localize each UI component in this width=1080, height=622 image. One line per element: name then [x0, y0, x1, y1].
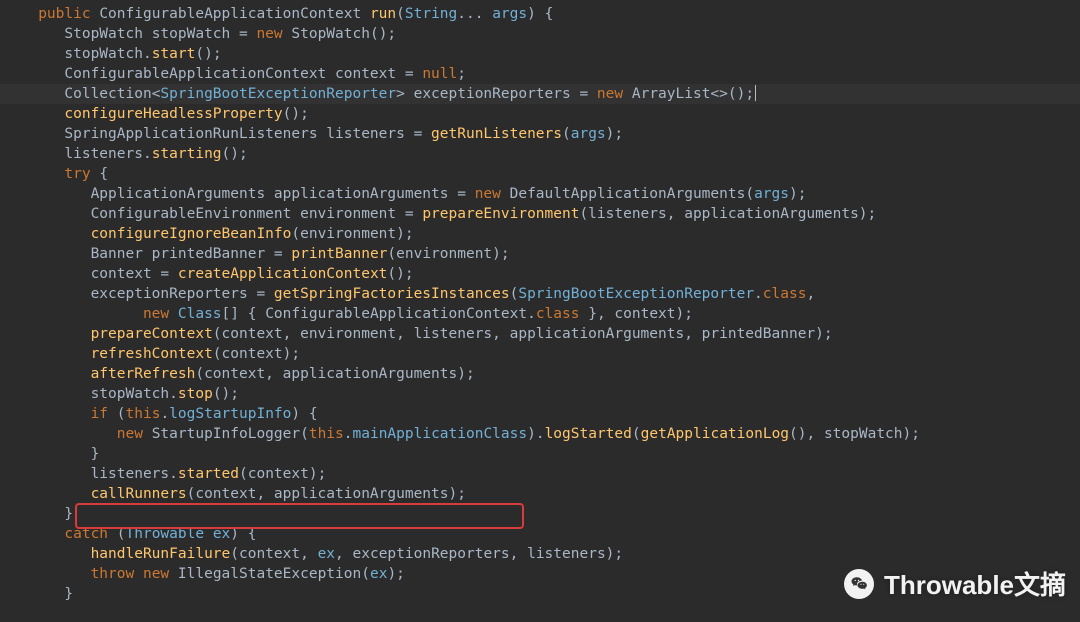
- code-line[interactable]: ConfigurableApplicationContext context =…: [0, 64, 1080, 84]
- code-line[interactable]: }: [0, 504, 1080, 524]
- code-line[interactable]: context = createApplicationContext();: [0, 264, 1080, 284]
- code-line[interactable]: configureHeadlessProperty();: [0, 104, 1080, 124]
- code-line[interactable]: Banner printedBanner = printBanner(envir…: [0, 244, 1080, 264]
- code-line[interactable]: ConfigurableEnvironment environment = pr…: [0, 204, 1080, 224]
- code-line[interactable]: stopWatch.start();: [0, 44, 1080, 64]
- code-line[interactable]: listeners.started(context);: [0, 464, 1080, 484]
- wechat-icon: [844, 569, 874, 599]
- code-line[interactable]: prepareContext(context, environment, lis…: [0, 324, 1080, 344]
- code-line[interactable]: public ConfigurableApplicationContext ru…: [0, 4, 1080, 24]
- code-line[interactable]: afterRefresh(context, applicationArgumen…: [0, 364, 1080, 384]
- code-line[interactable]: if (this.logStartupInfo) {: [0, 404, 1080, 424]
- code-line[interactable]: refreshContext(context);: [0, 344, 1080, 364]
- code-line[interactable]: StopWatch stopWatch = new StopWatch();: [0, 24, 1080, 44]
- code-editor[interactable]: public ConfigurableApplicationContext ru…: [0, 0, 1080, 604]
- code-line[interactable]: new StartupInfoLogger(this.mainApplicati…: [0, 424, 1080, 444]
- code-line[interactable]: handleRunFailure(context, ex, exceptionR…: [0, 544, 1080, 564]
- code-line[interactable]: try {: [0, 164, 1080, 184]
- code-line[interactable]: stopWatch.stop();: [0, 384, 1080, 404]
- code-line[interactable]: }: [0, 444, 1080, 464]
- code-line[interactable]: listeners.starting();: [0, 144, 1080, 164]
- code-line[interactable]: SpringApplicationRunListeners listeners …: [0, 124, 1080, 144]
- code-line[interactable]: Collection<SpringBootExceptionReporter> …: [0, 84, 1080, 104]
- watermark: Throwable文摘: [844, 565, 1066, 602]
- code-line[interactable]: catch (Throwable ex) {: [0, 524, 1080, 544]
- code-line[interactable]: callRunners(context, applicationArgument…: [0, 484, 1080, 504]
- code-line[interactable]: ApplicationArguments applicationArgument…: [0, 184, 1080, 204]
- code-line[interactable]: new Class[] { ConfigurableApplicationCon…: [0, 304, 1080, 324]
- text-cursor: [755, 85, 756, 101]
- code-line[interactable]: configureIgnoreBeanInfo(environment);: [0, 224, 1080, 244]
- code-line[interactable]: exceptionReporters = getSpringFactoriesI…: [0, 284, 1080, 304]
- watermark-text: Throwable文摘: [884, 565, 1066, 602]
